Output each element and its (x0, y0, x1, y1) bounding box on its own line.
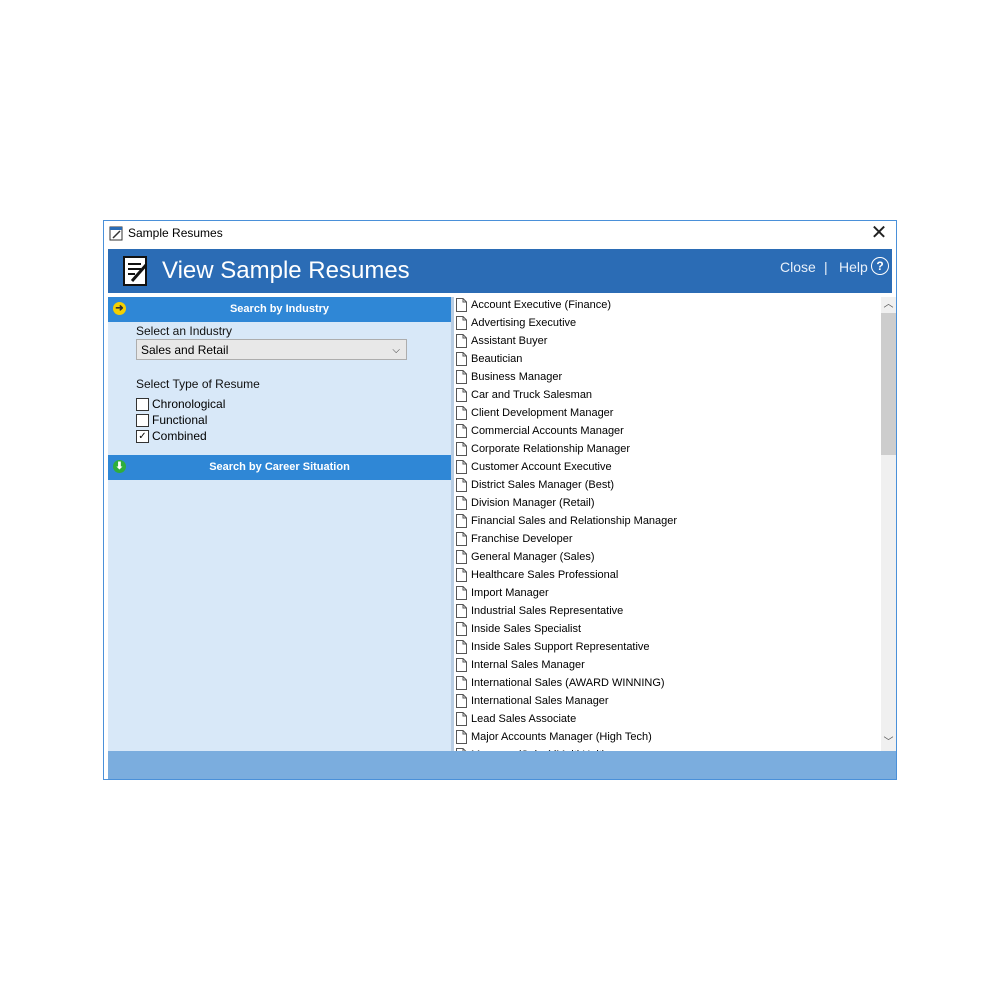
checkbox-box-checked[interactable]: ✓ (136, 430, 149, 443)
document-icon (456, 622, 467, 636)
window-close-icon[interactable]: ✕ (868, 222, 890, 244)
resume-item-label: Lead Sales Associate (471, 713, 577, 725)
document-icon (456, 352, 467, 366)
document-icon (456, 586, 467, 600)
close-link[interactable]: Close (780, 259, 816, 275)
resume-item-label: Beautician (471, 353, 523, 365)
search-panel: ➜ Search by Industry Select an Industry … (108, 297, 451, 751)
resume-item-label: Internal Sales Manager (471, 659, 585, 671)
resume-item-label: Industrial Sales Representative (471, 605, 624, 617)
resume-item-label: Franchise Developer (471, 533, 573, 545)
resume-list: Account Executive (Finance) Advertising E… (454, 297, 881, 751)
resume-item-label: Account Executive (Finance) (471, 299, 612, 311)
scroll-down-icon[interactable]: ﹀ (881, 735, 896, 751)
resume-item-label: Client Development Manager (471, 407, 614, 419)
document-icon (456, 424, 467, 438)
document-icon (456, 712, 467, 726)
page-title: View Sample Resumes (162, 257, 410, 284)
footer-bar (108, 751, 896, 779)
sample-resumes-window: Sample Resumes ✕ View Sample Resumes Clo… (103, 220, 897, 780)
document-icon (456, 640, 467, 654)
title-bar: Sample Resumes ✕ (104, 221, 896, 247)
document-icon (456, 496, 467, 510)
resume-item-label: Inside Sales Specialist (471, 623, 582, 635)
arrow-right-icon: ➜ (113, 302, 126, 315)
select-industry-label: Select an Industry (136, 324, 233, 338)
resume-type-label: Select Type of Resume (136, 377, 260, 391)
search-by-industry-header[interactable]: ➜ Search by Industry (108, 297, 451, 322)
document-icon (456, 676, 467, 690)
help-icon[interactable]: ? (871, 257, 889, 275)
resume-item-label: Healthcare Sales Professional (471, 569, 619, 581)
checkbox-label: Combined (152, 429, 207, 443)
document-icon (456, 442, 467, 456)
resume-item-label: Advertising Executive (471, 317, 577, 329)
resume-item-label: Assistant Buyer (471, 335, 548, 347)
document-icon (456, 406, 467, 420)
resume-item-label: General Manager (Sales) (471, 551, 595, 563)
resume-item-label: Customer Account Executive (471, 461, 612, 473)
resume-item-label: Business Manager (471, 371, 563, 383)
industry-dropdown[interactable]: Sales and Retail ⌵ (136, 339, 407, 360)
resume-item-label: District Sales Manager (Best) (471, 479, 615, 491)
resume-item-label: Financial Sales and Relationship Manager (471, 515, 678, 527)
document-icon (456, 730, 467, 744)
document-icon (456, 298, 467, 312)
notepad-icon (109, 226, 123, 241)
scrollbar-thumb[interactable] (881, 313, 896, 455)
document-icon (456, 316, 467, 330)
document-icon (456, 550, 467, 564)
document-icon (456, 460, 467, 474)
document-icon (456, 532, 467, 546)
resume-item-label: Inside Sales Support Representative (471, 641, 650, 653)
header-separator: | (824, 259, 828, 275)
document-icon (456, 514, 467, 528)
help-link[interactable]: Help (839, 259, 868, 275)
document-icon (456, 604, 467, 618)
resume-item-label: Major Accounts Manager (High Tech) (471, 731, 652, 743)
window-title: Sample Resumes (128, 226, 223, 240)
resume-item-label: Division Manager (Retail) (471, 497, 595, 509)
checkbox-label: Functional (152, 413, 208, 427)
industry-dropdown-value: Sales and Retail (141, 343, 229, 357)
document-icon (456, 388, 467, 402)
search-by-industry-label: Search by Industry (229, 303, 330, 315)
document-icon (456, 694, 467, 708)
resume-item-label: International Sales (AWARD WINNING) (471, 677, 665, 689)
scroll-up-icon[interactable]: ︿ (881, 297, 896, 313)
checkbox-label: Chronological (152, 397, 226, 411)
resume-item-label: Commercial Accounts Manager (471, 425, 624, 437)
resume-item-label: Import Manager (471, 587, 549, 599)
chevron-down-icon: ⌵ (392, 345, 400, 356)
document-icon (456, 568, 467, 582)
arrow-down-icon: ⬇ (113, 460, 126, 473)
checkbox-box[interactable] (136, 398, 149, 411)
document-icon (456, 334, 467, 348)
document-icon (456, 658, 467, 672)
resume-item-label: Corporate Relationship Manager (471, 443, 630, 455)
document-icon (456, 370, 467, 384)
resume-item-label: Car and Truck Salesman (471, 389, 593, 401)
resume-item-label: International Sales Manager (471, 695, 609, 707)
search-by-career-header[interactable]: ⬇ Search by Career Situation (108, 455, 451, 480)
document-icon (456, 478, 467, 492)
header-banner: View Sample Resumes Close | Help ? (108, 249, 892, 293)
checkbox-box[interactable] (136, 414, 149, 427)
vertical-scrollbar[interactable]: ︿ ﹀ (881, 297, 896, 751)
resume-document-icon (123, 256, 148, 286)
search-by-career-label: Search by Career Situation (209, 461, 350, 473)
